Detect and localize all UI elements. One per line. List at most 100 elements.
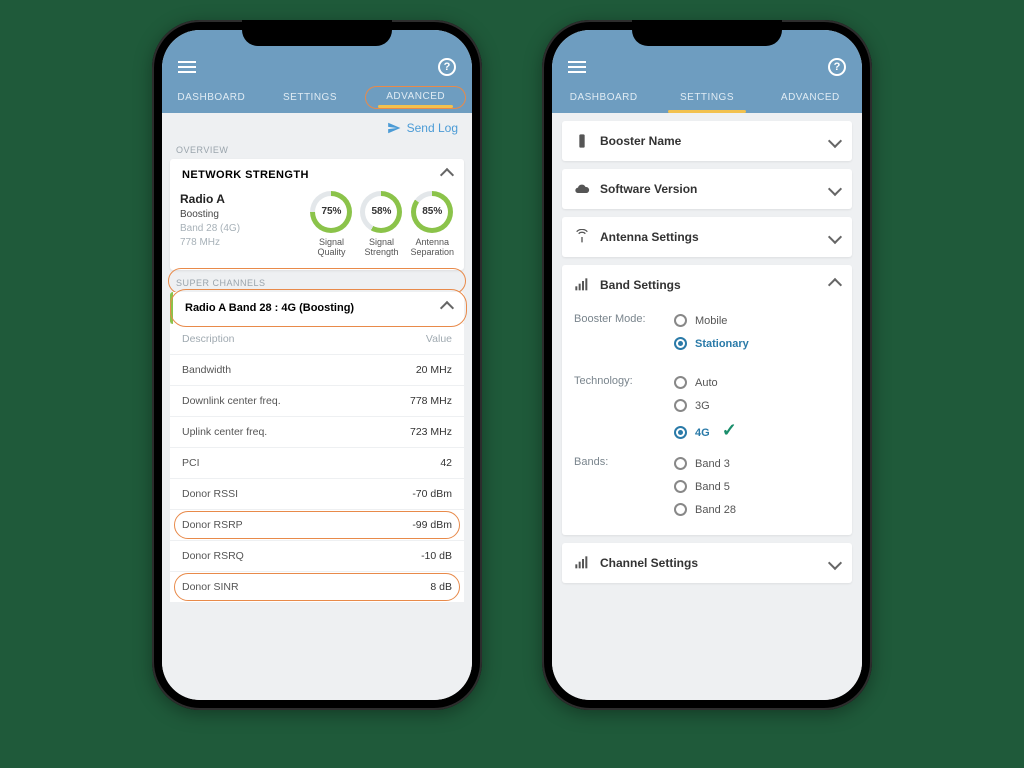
band-settings-body: Booster Mode: Mobile Stationary Technology:… [562, 305, 852, 535]
radio-option[interactable]: Auto [674, 371, 840, 394]
gauge: 85%AntennaSeparation [410, 191, 454, 258]
radio-label: Mobile [695, 315, 727, 327]
row-key: PCI [182, 457, 200, 469]
phone-right: ? DASHBOARD SETTINGS ADVANCED Booster Na… [542, 20, 872, 710]
tab-settings[interactable]: SETTINGS [655, 84, 758, 113]
chevron-up-icon [440, 301, 454, 315]
table-row: Donor SINR8 dB [170, 572, 464, 603]
accordion-label: Antenna Settings [600, 230, 699, 244]
row-key: Donor RSSI [182, 488, 238, 500]
radio-icon [674, 399, 687, 412]
accordion-item: Channel Settings [562, 543, 852, 583]
send-log-link[interactable]: Send Log [162, 113, 472, 137]
content-left: Send Log OVERVIEW NETWORK STRENGTH Radio… [162, 113, 472, 700]
chevron-down-icon [828, 182, 842, 196]
radio-option[interactable]: 3G [674, 394, 840, 417]
technology-label: Technology: [574, 371, 654, 387]
help-icon[interactable]: ? [438, 58, 456, 76]
device-icon [574, 133, 590, 149]
row-key: Donor RSRP [182, 519, 243, 531]
radio-status: Boosting [180, 208, 240, 222]
antenna-icon [574, 229, 590, 245]
tab-settings[interactable]: SETTINGS [261, 84, 360, 113]
header-description: Description [182, 333, 235, 345]
radio-option[interactable]: 4G✓ [674, 417, 840, 448]
network-strength-card: NETWORK STRENGTH Radio A Boosting Band 2… [170, 159, 464, 270]
accordion-header[interactable]: Channel Settings [562, 543, 852, 583]
gauge: 75%SignalQuality [310, 191, 352, 258]
content-right: Booster Name Software Version Antenna Sett… [552, 113, 862, 700]
menu-icon[interactable] [568, 58, 586, 76]
radio-label: Band 5 [695, 481, 730, 493]
booster-mode-label: Booster Mode: [574, 309, 654, 325]
accordion-item: Band Settings Booster Mode: Mobile Stationa… [562, 265, 852, 535]
row-value: -70 dBm [412, 488, 452, 500]
table-row: PCI 42 [170, 448, 464, 479]
gauge: 58%SignalStrength [360, 191, 402, 258]
radio-icon [674, 457, 687, 470]
radio-icon [674, 376, 687, 389]
row-value: 42 [440, 457, 452, 469]
radio-option[interactable]: Band 3 [674, 452, 840, 475]
row-value: 723 MHz [410, 426, 452, 438]
send-log-label: Send Log [407, 121, 458, 135]
radio-option[interactable]: Band 28 [674, 498, 840, 521]
accordion-label: Software Version [600, 182, 697, 196]
phone-left: ? DASHBOARD SETTINGS ADVANCED Send Log O… [152, 20, 482, 710]
gauges: 75%SignalQuality58%SignalStrength85%Ante… [310, 191, 454, 258]
row-key: Donor SINR [182, 581, 239, 593]
radio-icon [674, 503, 687, 516]
radio-icon [674, 480, 687, 493]
radio-option[interactable]: Band 5 [674, 475, 840, 498]
table-row: Uplink center freq. 723 MHz [170, 417, 464, 448]
screen-left: ? DASHBOARD SETTINGS ADVANCED Send Log O… [162, 30, 472, 700]
radio-label: Band 3 [695, 458, 730, 470]
radio-option[interactable]: Mobile [674, 309, 840, 332]
header-value: Value [426, 333, 452, 345]
channel-title: Radio A Band 28 : 4G (Boosting) [185, 302, 354, 314]
row-key: Uplink center freq. [182, 426, 267, 438]
channel-table: Description Value Bandwidth20 MHzDownlin… [170, 324, 464, 603]
accordion-header[interactable]: Band Settings [562, 265, 852, 305]
bars-icon [574, 277, 590, 293]
table-header: Description Value [170, 324, 464, 355]
accordion-label: Band Settings [600, 278, 681, 292]
cloud-icon [574, 181, 590, 197]
chevron-down-icon [828, 230, 842, 244]
table-row: Donor RSSI -70 dBm [170, 479, 464, 510]
tab-advanced[interactable]: ADVANCED [759, 84, 862, 113]
accordion-item: Software Version [562, 169, 852, 209]
table-row: Downlink center freq. 778 MHz [170, 386, 464, 417]
row-key: Bandwidth [182, 364, 231, 376]
row-value: -99 dBm [412, 519, 452, 531]
table-row: Donor RSRP -99 dBm [170, 510, 464, 541]
network-strength-header[interactable]: NETWORK STRENGTH [170, 159, 464, 187]
row-key: Downlink center freq. [182, 395, 281, 407]
radio-label: Auto [695, 377, 718, 389]
channel-header[interactable]: Radio A Band 28 : 4G (Boosting) [170, 292, 464, 324]
accordion-header[interactable]: Software Version [562, 169, 852, 209]
radio-label: 4G [695, 427, 710, 439]
accordion-header[interactable]: Booster Name [562, 121, 852, 161]
overview-label: OVERVIEW [162, 137, 472, 159]
tab-advanced[interactable]: ADVANCED [365, 86, 466, 109]
tab-dashboard[interactable]: DASHBOARD [552, 84, 655, 113]
screen-right: ? DASHBOARD SETTINGS ADVANCED Booster Na… [552, 30, 862, 700]
phone-notch [242, 20, 392, 46]
bands-label: Bands: [574, 452, 654, 468]
accordion-header[interactable]: Antenna Settings [562, 217, 852, 257]
radio-info: Radio A Boosting Band 28 (4G) 778 MHz [180, 191, 240, 250]
chevron-down-icon [828, 556, 842, 570]
menu-icon[interactable] [178, 58, 196, 76]
radio-icon [674, 426, 687, 439]
row-value: 778 MHz [410, 395, 452, 407]
radio-option[interactable]: Stationary [674, 332, 840, 355]
row-value: -10 dB [421, 550, 452, 562]
radio-label: 3G [695, 400, 710, 412]
radio-icon [674, 337, 687, 350]
tab-dashboard[interactable]: DASHBOARD [162, 84, 261, 113]
accordion-label: Booster Name [600, 134, 681, 148]
row-key: Donor RSRQ [182, 550, 244, 562]
help-icon[interactable]: ? [828, 58, 846, 76]
network-strength-title: NETWORK STRENGTH [182, 169, 309, 181]
